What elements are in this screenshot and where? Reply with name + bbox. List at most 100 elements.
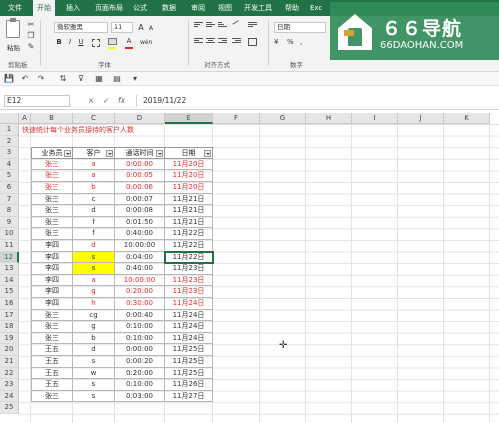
cell-duration[interactable]: 0:04:00: [115, 251, 165, 264]
table-header-customer[interactable]: 客户: [73, 147, 115, 159]
cell-duration[interactable]: 0:00:00: [115, 158, 165, 171]
row-header-6[interactable]: 6: [0, 182, 19, 194]
filter-dropdown-icon[interactable]: [204, 150, 211, 158]
name-box[interactable]: E12: [4, 95, 70, 107]
row-header-21[interactable]: 21: [0, 356, 19, 368]
tab-9[interactable]: 帮助: [281, 0, 303, 16]
filter-icon[interactable]: ⊽: [76, 74, 86, 84]
bold-button[interactable]: B: [54, 38, 64, 47]
cell-customer[interactable]: s: [73, 379, 115, 391]
cell-customer[interactable]: h: [73, 298, 115, 310]
insert-function-icon[interactable]: fx: [118, 95, 125, 107]
tab-10[interactable]: Exc: [306, 0, 326, 16]
cell-customer[interactable]: s: [73, 356, 115, 368]
row-header-4[interactable]: 4: [0, 158, 19, 171]
chart-icon[interactable]: ▤: [112, 74, 122, 84]
column-header-K[interactable]: K: [444, 113, 490, 124]
spreadsheet-grid[interactable]: A B C D E F G H I J K 1 2 3 4 5 6 7 8 9 10 11 12 13 14 15 16 17 18 19…: [0, 113, 499, 423]
row-header-16[interactable]: 16: [0, 298, 19, 310]
cell-customer[interactable]: a: [73, 170, 115, 182]
align-top-icon[interactable]: [194, 22, 203, 30]
cell-customer[interactable]: b: [73, 182, 115, 194]
cell-duration[interactable]: 0:30:00: [115, 298, 165, 310]
cell-date[interactable]: 11月24日: [165, 309, 213, 322]
cell-agent[interactable]: 李四: [31, 240, 73, 252]
cell-customer[interactable]: d: [73, 344, 115, 356]
currency-icon[interactable]: ¥: [274, 38, 278, 46]
cell-agent[interactable]: 张三: [31, 205, 73, 217]
cell-agent[interactable]: 李四: [31, 263, 73, 275]
cell-customer[interactable]: d: [73, 205, 115, 217]
row-header-20[interactable]: 20: [0, 344, 19, 356]
row-header-3[interactable]: 3: [0, 147, 19, 159]
row-header-1[interactable]: 1: [0, 124, 19, 136]
cell-customer[interactable]: w: [73, 367, 115, 380]
cell-customer[interactable]: cg: [73, 309, 115, 322]
align-left-icon[interactable]: [194, 38, 203, 46]
select-all-corner[interactable]: [0, 113, 19, 124]
cell-customer[interactable]: s: [73, 263, 115, 275]
merge-cells-icon[interactable]: [248, 38, 257, 46]
tab-2[interactable]: 插入: [62, 0, 84, 16]
cell-duration[interactable]: 0:00:05: [115, 170, 165, 182]
cell-date[interactable]: 11月20日: [165, 158, 213, 171]
row-header-9[interactable]: 9: [0, 216, 19, 229]
cell-duration[interactable]: 0:00:40: [115, 309, 165, 322]
cell-date[interactable]: 11月24日: [165, 321, 213, 333]
column-header-H[interactable]: H: [306, 113, 352, 124]
align-center-icon[interactable]: [206, 38, 215, 46]
cell-agent[interactable]: 张三: [31, 228, 73, 240]
cell-date[interactable]: 11月25日: [165, 344, 213, 356]
border-icon[interactable]: [92, 39, 100, 47]
cell-date[interactable]: 11月23日: [165, 286, 213, 298]
cell-date[interactable]: 11月21日: [165, 205, 213, 217]
tab-8[interactable]: 开发工具: [240, 0, 276, 16]
cell-date[interactable]: 11月23日: [165, 274, 213, 287]
confirm-icon[interactable]: ✓: [103, 95, 109, 107]
cell-agent[interactable]: 王五: [31, 379, 73, 391]
font-size-select[interactable]: 11: [111, 22, 133, 33]
row-header-15[interactable]: 15: [0, 286, 19, 298]
italic-button[interactable]: I: [65, 38, 75, 47]
cut-icon[interactable]: ✂: [26, 20, 36, 30]
cell-duration[interactable]: 0:00:00: [115, 344, 165, 356]
column-header-E[interactable]: E: [165, 113, 213, 124]
cell-agent[interactable]: 李四: [31, 298, 73, 310]
tab-7[interactable]: 视图: [214, 0, 236, 16]
row-header-14[interactable]: 14: [0, 274, 19, 287]
cell-date[interactable]: 11月22日: [165, 240, 213, 252]
cell-date[interactable]: 11月23日: [165, 263, 213, 275]
cell-customer[interactable]: a: [73, 274, 115, 287]
cell-agent[interactable]: 张三: [31, 321, 73, 333]
sort-icon[interactable]: ⇅: [58, 74, 68, 84]
cell-date[interactable]: 11月20日: [165, 182, 213, 194]
font-name-select[interactable]: 微软雅黑: [54, 22, 108, 33]
cell-customer[interactable]: f: [73, 216, 115, 229]
cell-date[interactable]: 11月20日: [165, 170, 213, 182]
column-header-D[interactable]: D: [115, 113, 165, 124]
row-header-13[interactable]: 13: [0, 263, 19, 275]
cell-date[interactable]: 11月25日: [165, 356, 213, 368]
cell-duration[interactable]: 0:40:00: [115, 228, 165, 240]
align-bottom-icon[interactable]: [218, 22, 227, 30]
cell-agent[interactable]: 李四: [31, 251, 73, 264]
cell-customer[interactable]: b: [73, 332, 115, 345]
cell-agent[interactable]: 王五: [31, 344, 73, 356]
tab-6[interactable]: 审阅: [187, 0, 209, 16]
undo-icon[interactable]: ↶: [20, 74, 30, 84]
cell-customer[interactable]: d: [73, 240, 115, 252]
row-header-12[interactable]: 12: [0, 251, 19, 264]
row-header-25[interactable]: 25: [0, 402, 19, 414]
cell-agent[interactable]: 张三: [31, 309, 73, 322]
cell-agent[interactable]: 张三: [31, 390, 73, 403]
number-format-select[interactable]: 日期: [274, 22, 326, 33]
cell-duration[interactable]: 0:20:00: [115, 367, 165, 380]
column-header-I[interactable]: I: [352, 113, 398, 124]
percent-icon[interactable]: %: [287, 38, 294, 46]
fill-color-icon[interactable]: [108, 38, 117, 45]
comma-icon[interactable]: ,: [300, 38, 302, 46]
cell-duration[interactable]: 0:00:20: [115, 356, 165, 368]
cell-duration[interactable]: 0:10:00: [115, 379, 165, 391]
cell-duration[interactable]: 0:00:08: [115, 205, 165, 217]
cell-agent[interactable]: 李四: [31, 286, 73, 298]
